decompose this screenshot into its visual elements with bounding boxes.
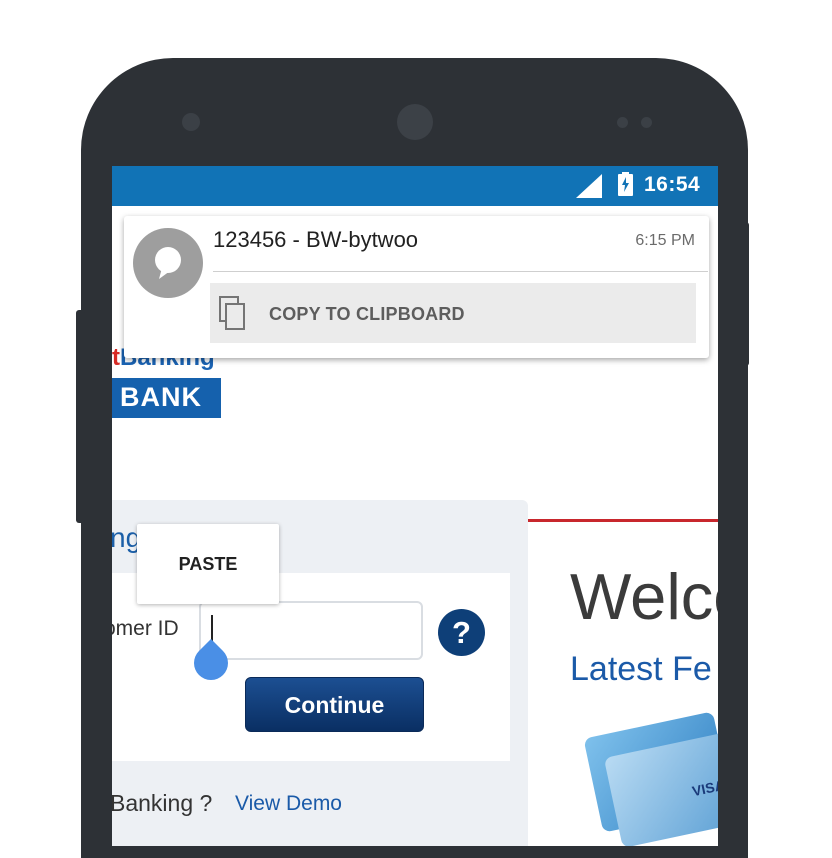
paste-popup[interactable]: PASTE — [137, 524, 279, 604]
copy-icon — [219, 296, 245, 330]
sms-notification[interactable]: 123456 - BW-bytwoo 6:15 PM COPY TO CLIPB… — [124, 216, 709, 358]
logo-prefix: t — [112, 344, 120, 371]
front-camera — [397, 104, 433, 140]
copy-to-clipboard-button[interactable]: COPY TO CLIPBOARD — [210, 283, 696, 343]
notification-time: 6:15 PM — [635, 232, 695, 249]
volume-button — [76, 310, 85, 523]
continue-button[interactable]: Continue — [245, 677, 424, 732]
bank-logo-label: BANK — [120, 382, 202, 412]
status-bar: 16:54 — [112, 166, 718, 206]
latest-features-heading: Latest Fe — [570, 650, 712, 688]
battery-charging-icon — [618, 172, 633, 196]
signal-icon — [576, 174, 602, 198]
power-button — [741, 222, 749, 366]
speaker-dot — [182, 113, 200, 131]
new-banking-text: Banking ? — [112, 790, 213, 816]
customer-id-label: omer ID — [112, 617, 179, 640]
paste-button[interactable]: PASTE — [137, 554, 279, 575]
customer-id-input[interactable] — [199, 601, 423, 660]
text-cursor — [211, 615, 213, 641]
view-demo-link[interactable]: View Demo — [235, 792, 342, 816]
welcome-heading: Welco — [570, 560, 718, 633]
message-bubble-icon — [133, 228, 203, 298]
notification-divider — [213, 271, 708, 272]
sensor-dot — [617, 117, 628, 128]
message-bubble-icon — [155, 247, 181, 279]
status-time: 16:54 — [644, 173, 701, 196]
sensor-dot — [641, 117, 652, 128]
help-icon[interactable]: ? — [438, 609, 485, 656]
copy-to-clipboard-label: COPY TO CLIPBOARD — [269, 304, 465, 324]
notification-title: 123456 - BW-bytwoo — [213, 227, 419, 252]
divider-line — [528, 519, 718, 522]
